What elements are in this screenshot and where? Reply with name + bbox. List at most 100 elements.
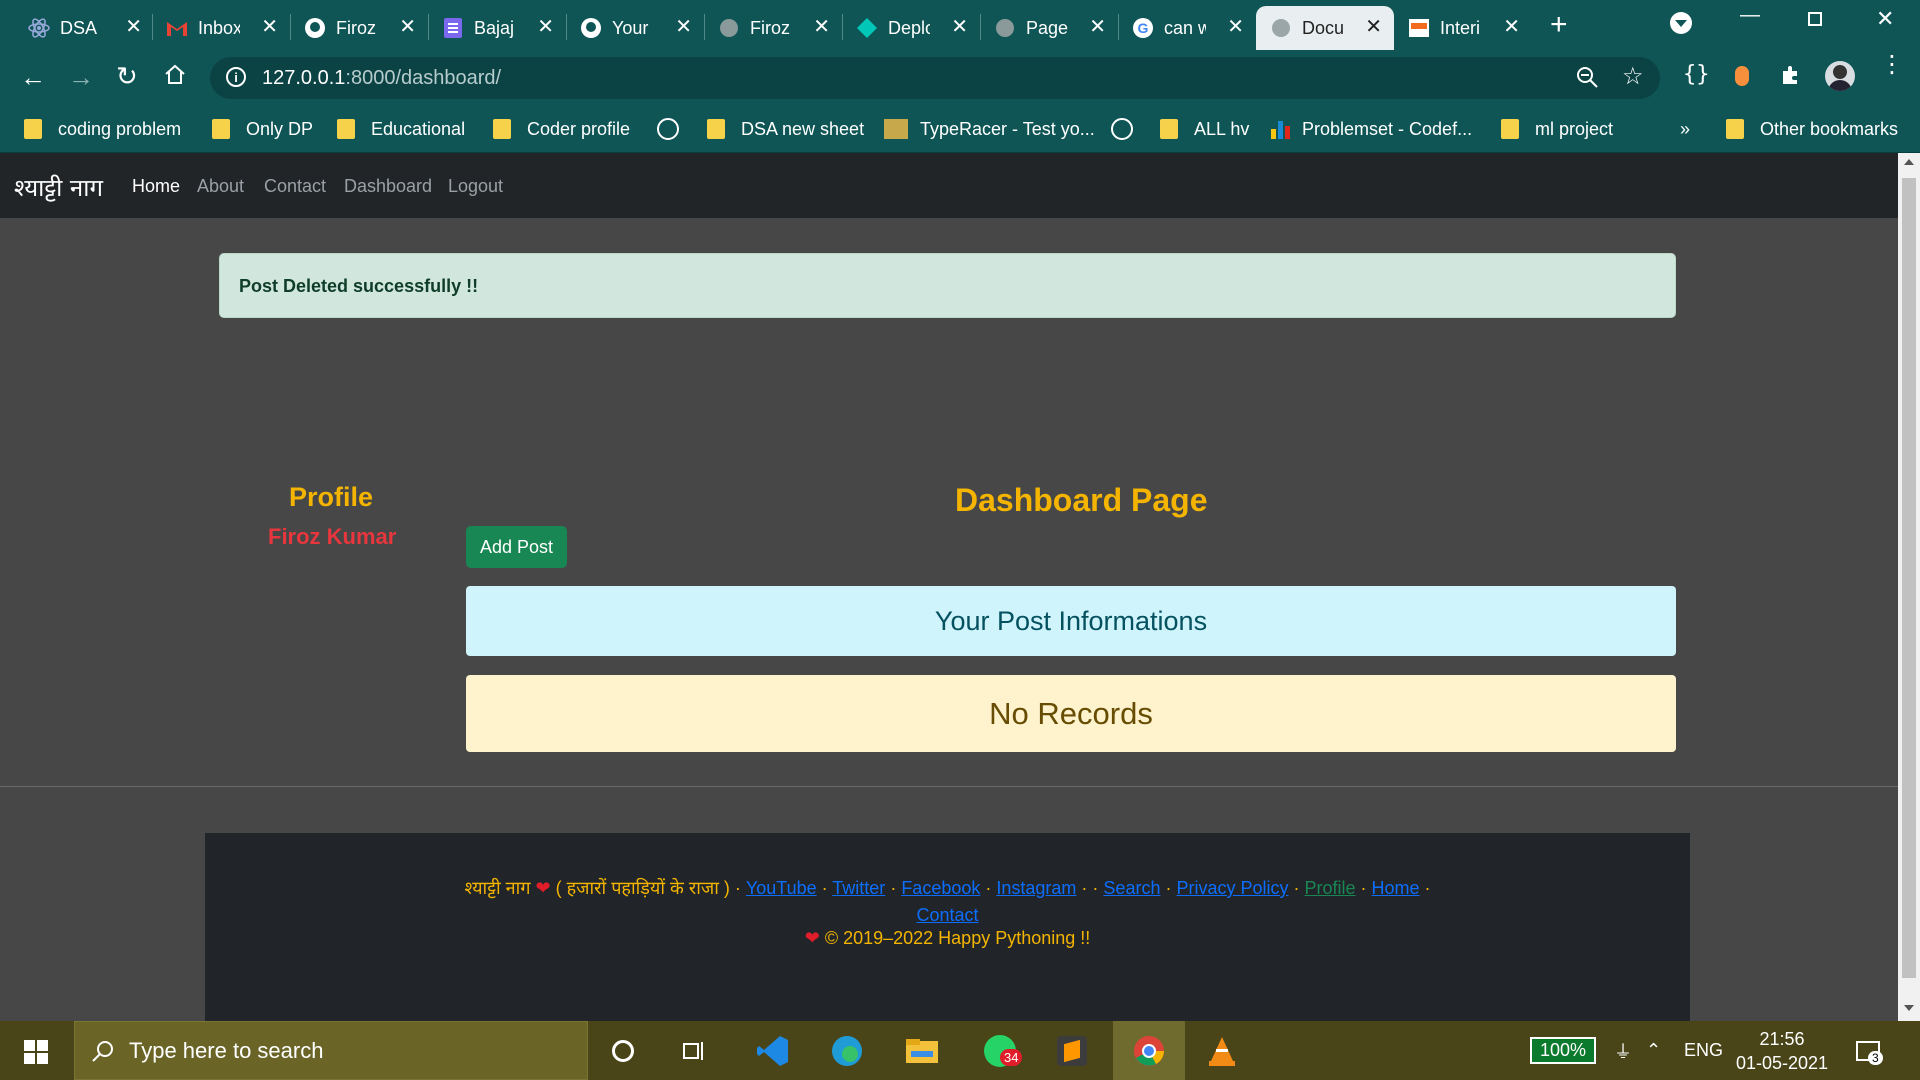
restore-icon[interactable]	[1808, 12, 1822, 26]
footer-link-twitter[interactable]: Twitter	[832, 878, 885, 898]
close-tab-icon[interactable]: ✕	[1227, 16, 1244, 38]
close-tab-icon[interactable]: ✕	[399, 16, 416, 38]
task-view-icon[interactable]	[673, 1029, 717, 1073]
bookmark-label: DSA new sheet	[741, 118, 865, 139]
tab-7[interactable]: Deplo ✕	[842, 6, 980, 50]
bookmark-ml-project[interactable]: ml project	[1501, 115, 1613, 143]
avatar[interactable]	[1825, 61, 1855, 91]
bookmark-coder-profile[interactable]: Coder profile	[493, 115, 630, 143]
bookmark-globe-1[interactable]	[657, 115, 693, 143]
footer-link-profile[interactable]: Profile	[1305, 878, 1356, 898]
file-explorer-icon[interactable]	[900, 1029, 944, 1073]
bookmark-typeracer[interactable]: TypeRacer - Test yo...	[884, 115, 1095, 143]
new-tab-button[interactable]: +	[1550, 8, 1568, 42]
scrollbar-thumb[interactable]	[1902, 178, 1916, 978]
tab-2[interactable]: Inbox ✕	[152, 6, 290, 50]
close-tab-icon[interactable]: ✕	[125, 16, 142, 38]
address-bar[interactable]: i 127.0.0.1:8000/dashboard/ ☆	[210, 57, 1660, 99]
cortana-icon[interactable]	[601, 1029, 645, 1073]
page-content: श्याट्टी नाग Home About Contact Dashboar…	[0, 153, 1898, 1021]
tab-3[interactable]: Firoz ✕	[290, 6, 428, 50]
bookmarks-overflow-button[interactable]: »	[1680, 115, 1690, 143]
footer-link-facebook[interactable]: Facebook	[901, 878, 980, 898]
bookmark-coding-problem[interactable]: coding problem	[24, 115, 181, 143]
bookmark-dsa-new-sheet[interactable]: DSA new sheet	[707, 115, 864, 143]
folder-icon	[337, 119, 355, 139]
close-tab-icon[interactable]: ✕	[1365, 16, 1382, 38]
tab-9[interactable]: G can w ✕	[1118, 6, 1256, 50]
other-bookmarks[interactable]: Other bookmarks	[1726, 115, 1898, 143]
taskbar-search-input[interactable]: Type here to search	[74, 1021, 588, 1080]
nav-about[interactable]: About	[197, 176, 244, 197]
close-tab-icon[interactable]: ✕	[951, 16, 968, 38]
close-tab-icon[interactable]: ✕	[813, 16, 830, 38]
success-alert: Post Deleted successfully !!	[219, 253, 1676, 318]
tab-title: DSA I	[60, 17, 102, 38]
back-icon[interactable]: ←	[20, 62, 46, 93]
tab-8[interactable]: Page ✕	[980, 6, 1118, 50]
forward-icon[interactable]: →	[68, 62, 94, 93]
add-post-button[interactable]: Add Post	[466, 526, 567, 568]
nav-logout[interactable]: Logout	[448, 176, 503, 197]
chrome-icon[interactable]	[1113, 1021, 1185, 1080]
bookmark-only-dp[interactable]: Only DP	[212, 115, 313, 143]
footer-link-home[interactable]: Home	[1372, 878, 1420, 898]
tab-active[interactable]: Docu ✕	[1256, 6, 1394, 50]
extension-icon[interactable]	[1735, 66, 1749, 86]
reload-icon[interactable]: ↻	[116, 61, 138, 92]
tab-6[interactable]: Firoz ✕	[704, 6, 842, 50]
info-icon[interactable]: i	[226, 67, 246, 87]
minimize-icon[interactable]: —	[1740, 4, 1760, 27]
bookmark-star-icon[interactable]: ☆	[1622, 62, 1644, 91]
whatsapp-icon[interactable]: 34	[978, 1029, 1023, 1073]
sublime-icon[interactable]	[1050, 1029, 1094, 1073]
windows-start-icon[interactable]	[24, 1040, 48, 1064]
tab-1[interactable]: DSA I ✕	[14, 6, 154, 50]
whatsapp-badge: 34	[1000, 1049, 1023, 1066]
nav-dashboard[interactable]: Dashboard	[344, 176, 432, 197]
search-icon	[91, 1039, 115, 1063]
clock-date: 01-05-2021	[1735, 1052, 1829, 1073]
tab-5[interactable]: Your ✕	[566, 6, 704, 50]
home-icon[interactable]	[164, 63, 186, 85]
profile-name: Firoz Kumar	[268, 524, 397, 549]
tab-11[interactable]: Interi ✕	[1394, 6, 1532, 50]
extensions-puzzle-icon[interactable]	[1779, 63, 1803, 87]
bookmark-educational[interactable]: Educational	[337, 115, 465, 143]
scroll-down-icon[interactable]	[1904, 1005, 1914, 1011]
notifications-icon[interactable]: 3	[1856, 1021, 1883, 1080]
close-window-icon[interactable]: ✕	[1876, 6, 1894, 32]
bookmark-all-hv[interactable]: ALL hv	[1160, 115, 1249, 143]
footer-link-privacy[interactable]: Privacy Policy	[1176, 878, 1288, 898]
tab-search-icon[interactable]	[1670, 12, 1692, 34]
chevron-up-icon[interactable]: ⌃	[1646, 1021, 1661, 1080]
close-tab-icon[interactable]: ✕	[261, 16, 278, 38]
tab-4[interactable]: Bajaj ✕	[428, 6, 566, 50]
edge-icon[interactable]	[825, 1029, 869, 1073]
plug-icon[interactable]: ⏚	[1614, 1021, 1632, 1080]
menu-dots-icon[interactable]: ⋮	[1880, 53, 1904, 77]
typeracer-icon	[884, 119, 908, 139]
footer-link-contact[interactable]: Contact	[916, 905, 978, 925]
language-indicator[interactable]: ENG	[1684, 1021, 1723, 1080]
footer-link-instagram[interactable]: Instagram	[996, 878, 1076, 898]
nav-contact[interactable]: Contact	[264, 176, 326, 197]
battery-indicator[interactable]: 100%	[1530, 1021, 1597, 1080]
close-tab-icon[interactable]: ✕	[1089, 16, 1106, 38]
close-tab-icon[interactable]: ✕	[1503, 16, 1520, 38]
scroll-up-icon[interactable]	[1904, 159, 1914, 165]
close-tab-icon[interactable]: ✕	[537, 16, 554, 38]
close-tab-icon[interactable]: ✕	[675, 16, 692, 38]
zoom-out-icon[interactable]	[1575, 65, 1599, 89]
footer-link-youtube[interactable]: YouTube	[746, 878, 817, 898]
nav-home[interactable]: Home	[132, 176, 180, 197]
clock[interactable]: 21:56 01-05-2021	[1734, 1021, 1830, 1080]
extension-braces-icon[interactable]: {}	[1683, 62, 1710, 87]
footer-link-search[interactable]: Search	[1103, 878, 1160, 898]
bookmark-codeforces[interactable]: Problemset - Codef...	[1271, 115, 1472, 143]
vscode-icon[interactable]	[751, 1029, 795, 1073]
page-scrollbar[interactable]	[1898, 153, 1920, 1021]
bookmark-globe-2[interactable]	[1111, 115, 1147, 143]
site-brand[interactable]: श्याट्टी नाग	[14, 171, 103, 204]
vlc-icon[interactable]	[1200, 1029, 1244, 1073]
